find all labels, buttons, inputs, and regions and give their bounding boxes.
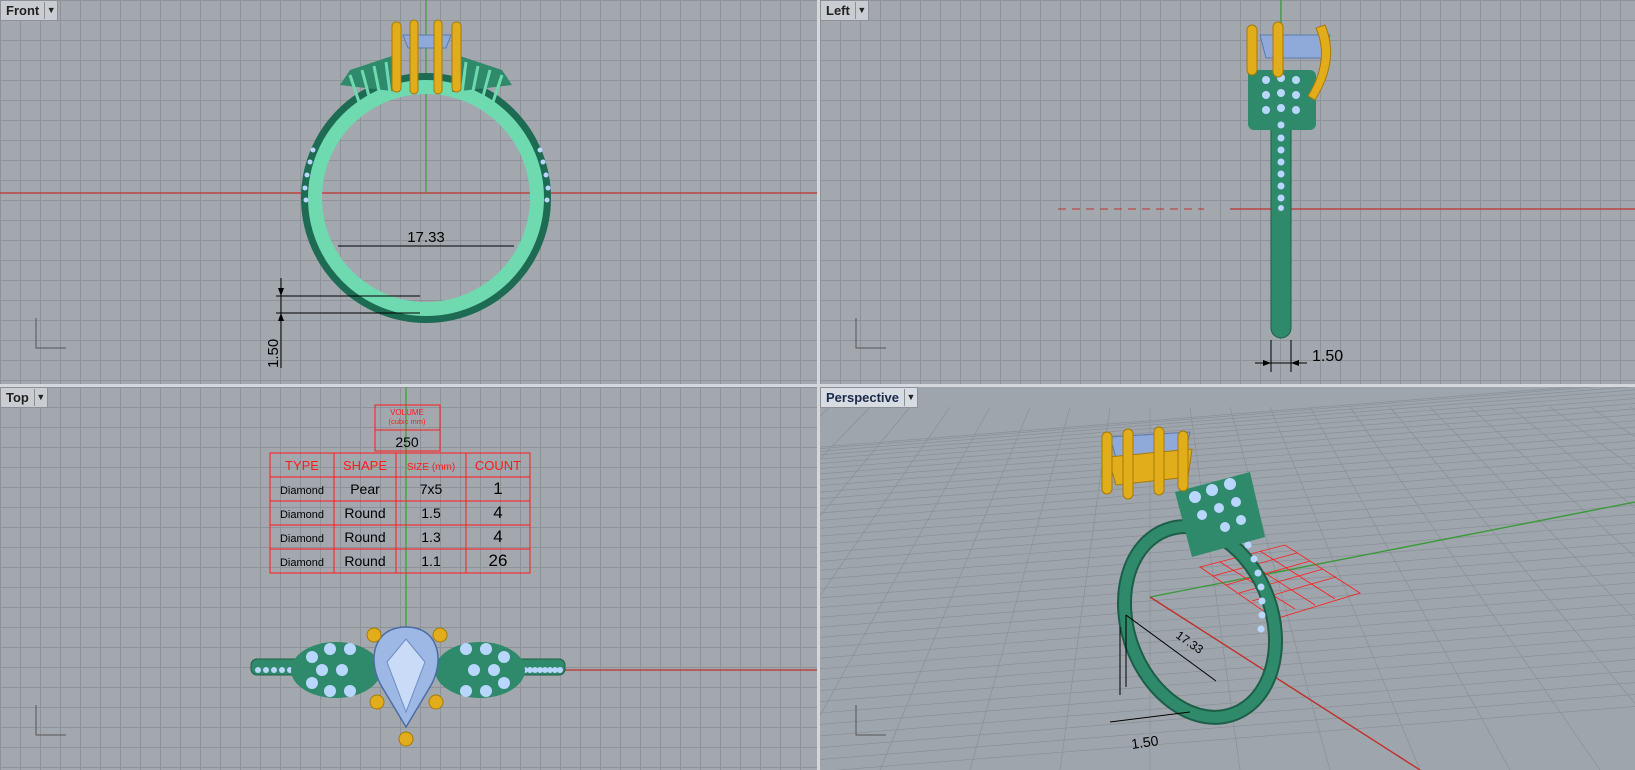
grid-line: [1389, 406, 1635, 704]
prong: [1122, 428, 1134, 500]
table-cell-text: 1: [493, 479, 502, 498]
table-header: TYPE: [285, 458, 319, 473]
table-cell-text: 1.1: [421, 553, 441, 569]
grid-line: [1509, 406, 1635, 509]
band-diamond: [255, 667, 261, 673]
volume-unit: (cubic mm): [388, 417, 426, 426]
viewport-title: Perspective: [826, 390, 899, 405]
viewport-label-top[interactable]: Top ▼: [0, 387, 48, 408]
viewport-title: Front: [6, 3, 40, 18]
prong: [1272, 21, 1284, 78]
table-cell-text: Pear: [350, 481, 380, 497]
viewport-label-left[interactable]: Left ▼: [820, 0, 869, 21]
table-cell-text: Diamond: [280, 557, 324, 569]
ring-shank: [1270, 109, 1292, 339]
prong: [1101, 431, 1113, 495]
grid-line: [820, 582, 1635, 649]
dropdown-arrow-icon[interactable]: ▼: [854, 2, 868, 19]
dropdown-arrow-icon[interactable]: ▼: [33, 389, 47, 406]
grid-line: [1309, 406, 1511, 770]
grid-line: [820, 406, 911, 517]
grid-line: [820, 542, 1635, 608]
axis-gizmo: [855, 318, 886, 349]
dropdown-arrow-icon[interactable]: ▼: [904, 389, 917, 406]
grid-line: [820, 398, 1635, 464]
grid-line: [820, 393, 1635, 460]
prong: [433, 19, 443, 95]
dropdown-arrow-icon[interactable]: ▼: [44, 2, 57, 19]
left-scene: 1.50: [855, 0, 1635, 372]
table-cell-text: Round: [344, 529, 385, 545]
stone-table: TYPE SHAPE SIZE (mm) COUNT Diamond Pear 7x5 1 Di…: [269, 452, 531, 574]
top-scene: VOLUME (cubic mm) 250 TYPE SHAPE SIZE (mm)…: [35, 387, 817, 747]
viewport-left[interactable]: Left ▼ 1.50: [820, 0, 1635, 384]
grid-line: [1429, 406, 1635, 621]
grid-line: [820, 414, 1635, 480]
prong: [1246, 24, 1258, 76]
band-diamond: [271, 667, 277, 673]
table-cell-text: Diamond: [280, 509, 324, 521]
grid-line: [1589, 406, 1635, 438]
dim-width-label: 17.33: [407, 229, 445, 246]
table-cell-text: 1.5: [421, 505, 441, 521]
table-header: COUNT: [475, 458, 521, 473]
grid-line: [820, 420, 1635, 487]
volume-value: 250: [395, 434, 419, 450]
table-cell-text: 4: [493, 527, 502, 546]
viewport-title: Left: [826, 3, 850, 18]
prong: [451, 21, 462, 93]
dim-thickness-label: 1.50: [1312, 348, 1343, 365]
volume-title: VOLUME: [390, 408, 424, 417]
band-diamond: [557, 667, 563, 673]
table-header: SIZE (mm): [407, 462, 455, 473]
table-cell-text: 26: [489, 551, 508, 570]
grid-line: [879, 406, 1031, 770]
grid-line: [820, 694, 1635, 760]
viewport-front[interactable]: Front ▼ 17.33 1.50: [0, 0, 817, 384]
table-header: SHAPE: [343, 458, 387, 473]
prong: [391, 21, 402, 93]
dim-width-label: 17.33: [1173, 628, 1206, 657]
dim-thickness-label: 1.50: [1130, 732, 1159, 752]
perspective-scene: 17.33 1.50: [820, 387, 1635, 770]
table-cell-text: 7x5: [420, 481, 443, 497]
viewport-perspective[interactable]: Perspective ▼ 17.33 1.50: [820, 387, 1635, 770]
prong: [1153, 426, 1165, 496]
grid-line: [1469, 406, 1635, 558]
viewport-title: Top: [6, 390, 29, 405]
table-cell-text: 4: [493, 503, 502, 522]
table-cell-text: Diamond: [280, 533, 324, 545]
band-diamond: [263, 667, 269, 673]
axis-gizmo: [35, 705, 66, 736]
front-scene: 17.33 1.50: [0, 0, 817, 368]
axis-gizmo: [35, 318, 66, 349]
viewport-label-perspective[interactable]: Perspective ▼: [820, 387, 918, 408]
viewport-splitter-horizontal[interactable]: [0, 384, 1635, 387]
prong: [409, 19, 419, 95]
grid-line: [820, 403, 1635, 469]
band-diamond: [279, 667, 285, 673]
table-cell-text: Round: [344, 505, 385, 521]
grid-line: [820, 603, 1635, 670]
table-cell-text: Diamond: [280, 485, 324, 497]
grid-line: [820, 389, 1635, 456]
table-cell-text: Round: [344, 553, 385, 569]
table-cell-text: 1.3: [421, 529, 441, 545]
dim-thickness-label: 1.50: [265, 339, 282, 368]
grid-line: [1629, 406, 1635, 411]
volume-box: VOLUME (cubic mm) 250: [374, 404, 441, 452]
prong: [1177, 430, 1189, 492]
grid-line: [820, 592, 1635, 659]
grid-line: [1269, 406, 1421, 770]
viewport-label-front[interactable]: Front ▼: [0, 0, 59, 21]
viewport-top[interactable]: Top ▼ VOLUME (cubic mm) 250 TYPE SHAPE SIZ…: [0, 387, 817, 770]
